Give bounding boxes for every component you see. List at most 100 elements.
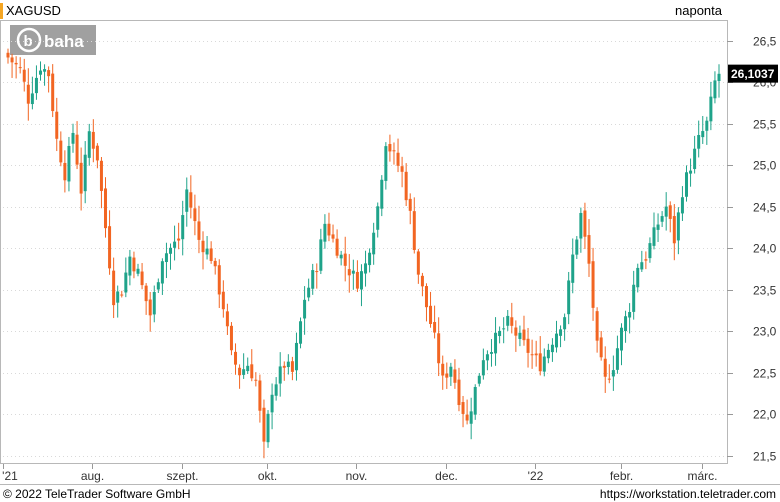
candle-body: [209, 248, 213, 262]
candle-body: [87, 131, 91, 158]
candle-body: [99, 160, 103, 191]
candle-up: [575, 236, 579, 260]
candle-up: [299, 317, 303, 349]
candle-up: [550, 338, 554, 362]
candle-body: [47, 70, 51, 77]
candle-body: [424, 286, 428, 308]
candle-body: [717, 73, 721, 82]
candle-up: [205, 236, 209, 260]
candle-up: [498, 326, 502, 344]
candle-body: [22, 69, 26, 82]
y-tick-label: 25,0: [753, 159, 777, 173]
candle-body: [595, 311, 599, 341]
candle-down: [445, 362, 449, 389]
candle-body: [67, 145, 71, 182]
candle-down: [197, 205, 201, 254]
candle-body: [607, 378, 611, 380]
candle-down: [63, 150, 67, 193]
candle-body: [481, 360, 485, 376]
candle-up: [469, 397, 473, 440]
candle-down: [583, 202, 587, 250]
candle-up: [323, 214, 327, 249]
candle-up: [286, 354, 290, 375]
candle-body: [51, 73, 55, 112]
candle-body: [680, 197, 684, 214]
candle-body: [331, 234, 335, 239]
candle-body: [420, 275, 424, 287]
candle-body: [181, 215, 185, 240]
candle-body: [457, 379, 461, 406]
candle-down: [18, 57, 22, 74]
candle-up: [372, 222, 376, 265]
candle-body: [91, 131, 95, 149]
last-price-tag: 26,1037: [728, 64, 778, 83]
candle-body: [563, 317, 567, 330]
candle-down: [234, 343, 238, 375]
candle-body: [441, 363, 445, 376]
candle-body: [668, 205, 672, 219]
candle-body: [709, 96, 713, 122]
candle-up: [30, 76, 34, 110]
x-tick-label: aug.: [81, 469, 104, 483]
candle-up: [384, 142, 388, 190]
candle-body: [250, 364, 254, 379]
symbol-label: XAGUSD: [6, 3, 61, 18]
copyright-text: © 2022 TeleTrader Software GmbH: [3, 487, 191, 501]
x-tick-label: dec.: [435, 469, 458, 483]
candle-body: [689, 170, 693, 174]
candle-body: [71, 132, 75, 144]
candle-body: [205, 248, 209, 255]
candle-body: [506, 315, 510, 326]
candle-down: [26, 68, 30, 121]
y-tick-label: 24,5: [753, 201, 777, 215]
candle-down: [290, 356, 294, 381]
candle-body: [213, 260, 217, 267]
candle-body: [364, 263, 368, 274]
candle-down: [538, 336, 542, 376]
candle-up: [278, 352, 282, 397]
source-url[interactable]: https://workstation.teletrader.com: [600, 487, 776, 501]
candle-down: [396, 138, 400, 173]
y-tick-label: 25,5: [753, 118, 777, 132]
candle-body: [546, 349, 550, 359]
candle-body: [43, 69, 47, 72]
candle-down: [225, 303, 229, 336]
candle-up: [563, 313, 567, 341]
candle-body: [611, 370, 615, 377]
x-tick-label: febr.: [610, 469, 633, 483]
y-tick-label: 23,5: [753, 284, 777, 298]
candle-body: [518, 332, 522, 339]
candle-body: [238, 367, 242, 376]
candle-up: [169, 243, 173, 270]
candle-down: [209, 241, 213, 264]
candle-up: [242, 353, 246, 379]
candle-body: [144, 285, 148, 302]
candle-down: [262, 399, 266, 459]
candle-body: [477, 375, 481, 384]
candle-body: [351, 270, 355, 274]
candle-body: [445, 373, 449, 378]
candle-down: [392, 142, 396, 165]
candle-body: [10, 57, 14, 63]
candle-body: [95, 145, 99, 161]
candle-body: [177, 238, 181, 241]
candle-down: [510, 302, 514, 334]
candle-down: [607, 364, 611, 384]
candle-up: [660, 211, 664, 228]
candle-body: [453, 369, 457, 383]
candle-up: [246, 357, 250, 375]
candle-down: [104, 177, 108, 238]
candle-body: [705, 120, 709, 131]
candle-body: [63, 162, 67, 181]
candle-body: [234, 351, 238, 365]
candle-body: [392, 150, 396, 152]
candle-down: [424, 283, 428, 322]
candle-down: [132, 251, 136, 279]
candle-body: [225, 311, 229, 327]
candle-body: [469, 411, 473, 424]
candle-down: [229, 322, 233, 356]
candle-body: [693, 148, 697, 170]
candle-down: [217, 259, 221, 308]
candle-body: [156, 282, 160, 290]
candle-body: [112, 270, 116, 306]
